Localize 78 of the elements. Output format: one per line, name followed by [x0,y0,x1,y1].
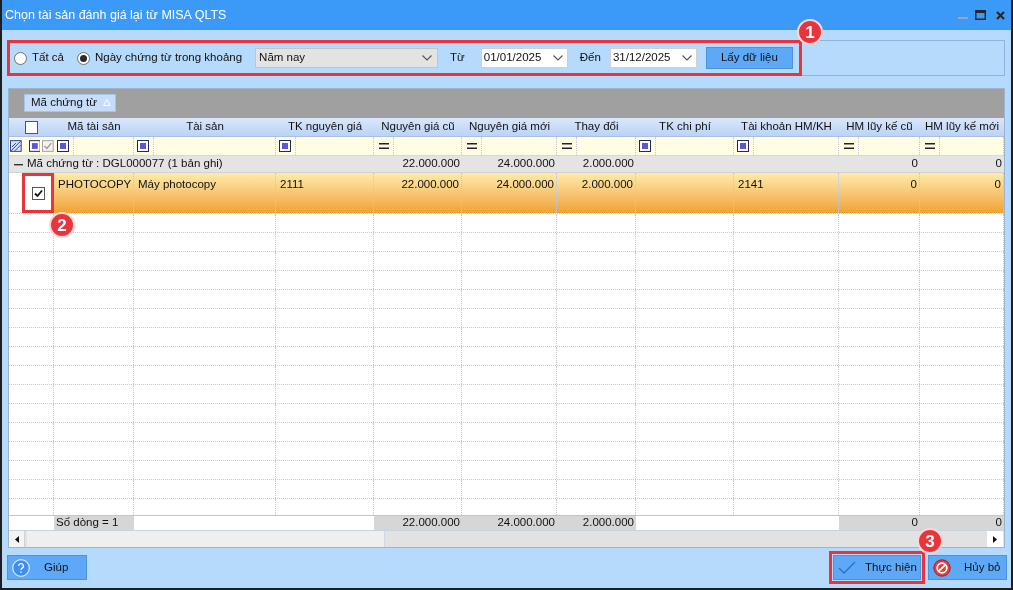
summary-cell: 2.000.000 [557,516,636,530]
table-cell: 22.000.000 [374,173,462,213]
column-header[interactable]: Tài khoản HM/KH [734,118,839,136]
check-icon [838,561,856,574]
summary-cell: 22.000.000 [374,516,462,530]
table-cell-text: 0 [994,156,1003,172]
table-cell: 24.000.000 [462,173,557,213]
filter-operator-icon[interactable] [137,140,149,152]
select-all-checkbox[interactable] [25,120,38,134]
table-cell: 2111 [276,173,374,213]
table-cell: PHOTOCOPY [54,173,134,213]
scrollbar-track[interactable] [9,530,1004,547]
table-cell: 2141 [734,173,839,213]
from-date-field[interactable]: 01/01/2025 [480,48,568,68]
table-cell-text: 24.000.000 [496,156,556,172]
scroll-left-icon[interactable] [14,535,19,543]
radio-icon[interactable] [76,51,90,65]
equals-icon[interactable] [562,143,572,149]
radio-option[interactable]: Tất cả [14,49,64,67]
scroll-right-icon[interactable] [993,535,997,543]
column-header[interactable]: Mã tài sản [54,118,134,136]
filter-operator-icon[interactable] [639,140,651,152]
help-icon [12,558,30,577]
radio-icon[interactable] [14,51,27,65]
column-header[interactable]: HM lũy kế cũ [839,118,920,136]
confirm-button[interactable]: Thực hiện [833,555,921,580]
checked-filter-icon[interactable] [42,140,54,152]
help-button[interactable]: Giúp [7,555,87,580]
group-row[interactable]: Mã chứng từ : DGL000077 (1 bản ghi) 22.000.000 24.000.000 2.000.000 0 0 [9,156,1004,173]
summary-cell: 0 [839,516,920,530]
fetch-data-button[interactable]: Lấy dữ liệu [705,47,793,69]
to-date-field[interactable]: 31/12/2025 [609,48,697,68]
table-cell-text: 0 [910,156,919,172]
cancel-icon [933,558,951,577]
column-header[interactable]: TK nguyên giá [276,118,374,136]
chevron-down-icon[interactable] [422,55,433,61]
equals-icon[interactable] [379,143,389,149]
radio-option[interactable]: Ngày chứng từ trong khoảng [76,49,243,67]
equals-icon[interactable] [844,143,854,149]
column-header[interactable]: Tài sản [134,118,276,136]
filter-operator-icon[interactable] [28,140,41,152]
callout-badge: 3 [917,528,943,554]
chevron-down-icon[interactable] [552,55,563,61]
callout-badge: 1 [796,19,823,45]
period-dropdown[interactable]: Năm nay [255,48,439,68]
table-cell: 0 [920,173,1004,213]
filter-operator-icon[interactable] [57,140,69,152]
filter-operator-icon[interactable] [737,140,749,152]
table-cell: 2.000.000 [557,173,636,213]
group-by-chip[interactable]: Mã chứng từ [24,94,116,112]
column-header[interactable]: HM lũy kế mới [920,118,1004,136]
scrollbar-thumb[interactable] [27,531,385,547]
maximize-icon[interactable] [975,10,986,20]
filter-editor-icon[interactable] [10,140,22,152]
table-cell-text: 22.000.000 [401,156,461,172]
cancel-button[interactable]: Hủy bỏ [928,555,1007,580]
summary-cell: Số dòng = 1 [54,516,134,530]
row-checkbox[interactable] [31,186,45,200]
column-header[interactable]: Thay đổi [557,118,636,136]
column-header[interactable]: Nguyên giá cũ [374,118,462,136]
equals-icon[interactable] [467,143,477,149]
group-label: Mã chứng từ : DGL000077 (1 bản ghi) [27,156,223,172]
table-cell: 0 [839,173,920,213]
summary-cell: 24.000.000 [462,516,557,530]
table-cell-text: 2.000.000 [581,156,635,172]
column-header[interactable]: Nguyên giá mới [462,118,557,136]
to-label: Đến [579,50,601,66]
table-cell: Máy photocopy [134,173,276,213]
filter-operator-icon[interactable] [279,140,291,152]
close-icon[interactable] [996,10,1005,20]
column-header[interactable]: TK chi phí [636,118,734,136]
window-title: Chọn tài sản đánh giá lại từ MISA QLTS [5,6,227,24]
chevron-down-icon[interactable] [681,55,692,61]
equals-icon[interactable] [925,143,935,149]
summary-cell: 0 [920,516,1004,530]
from-label: Từ [450,50,465,66]
callout-badge: 2 [49,212,75,238]
table-row[interactable]: PHOTOCOPY Máy photocopy 2111 22.000.000 24.000.000 2.000.000 2141 0 0 [54,173,1004,213]
